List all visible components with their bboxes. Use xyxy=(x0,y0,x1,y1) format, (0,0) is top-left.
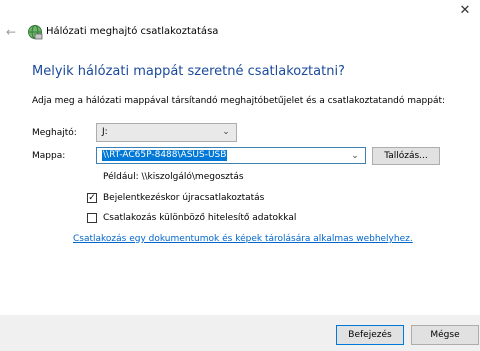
description-text: Adja meg a hálózati mappával társítandó … xyxy=(32,96,446,106)
chevron-down-icon[interactable]: ⌄ xyxy=(350,150,360,162)
footer-bar xyxy=(0,315,480,351)
folder-input[interactable]: \\RT-AC65P-8488\ASUS-USB ⌄ xyxy=(96,147,366,164)
close-icon[interactable]: ✕ xyxy=(458,4,472,18)
drive-select-value: J: xyxy=(102,127,108,137)
reconnect-checkbox[interactable]: ✓ xyxy=(87,193,97,203)
example-text: Például: \\kiszolgáló\megosztás xyxy=(103,172,244,182)
back-arrow-icon[interactable]: ← xyxy=(6,26,18,38)
credentials-label[interactable]: Csatlakozás különböző hitelesítő adatokk… xyxy=(103,213,296,224)
page-heading: Melyik hálózati mappát szeretné csatlako… xyxy=(32,64,345,79)
reconnect-label[interactable]: Bejelentkezéskor újracsatlakoztatás xyxy=(103,193,264,204)
finish-button[interactable]: Befejezés xyxy=(336,325,404,345)
credentials-checkbox[interactable] xyxy=(87,213,97,223)
folder-input-value[interactable]: \\RT-AC65P-8488\ASUS-USB xyxy=(102,150,228,161)
chevron-down-icon[interactable]: ⌄ xyxy=(221,126,231,138)
window-title: Hálózati meghajtó csatlakoztatása xyxy=(46,26,219,37)
website-link[interactable]: Csatlakozás egy dokumentumok és képek tá… xyxy=(73,234,413,245)
cancel-button[interactable]: Mégse xyxy=(411,325,479,345)
drive-select[interactable]: J: ⌄ xyxy=(96,123,237,142)
folder-label: Mappa: xyxy=(32,151,66,161)
network-drive-icon xyxy=(28,25,43,40)
drive-label: Meghajtó: xyxy=(32,128,77,138)
browse-button[interactable]: Tallózás... xyxy=(372,147,440,165)
